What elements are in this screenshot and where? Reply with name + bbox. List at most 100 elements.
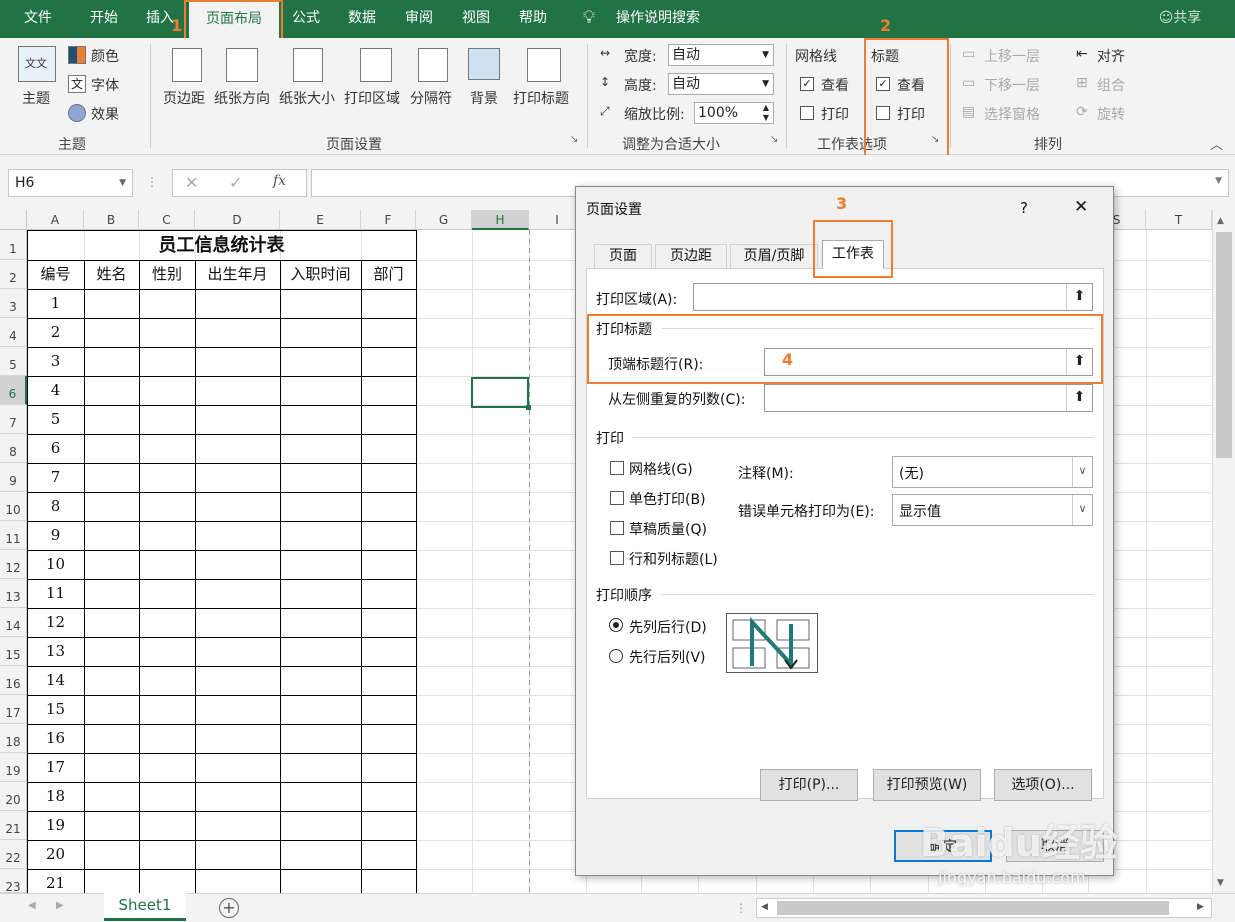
tab-file[interactable]: 文件 <box>10 0 66 38</box>
tab-review[interactable]: 审阅 <box>393 0 445 38</box>
cols-to-repeat-input[interactable]: ⬆ <box>764 384 1093 412</box>
row-header-14[interactable]: 14 <box>0 608 27 637</box>
breaks-button[interactable]: 分隔符 <box>410 88 452 108</box>
add-sheet-icon[interactable]: + <box>219 898 239 918</box>
row-header-8[interactable]: 8 <box>0 434 27 463</box>
column-header-d[interactable]: D <box>195 210 280 230</box>
print-titles-button[interactable]: 打印标题 <box>513 88 569 108</box>
gridlines-checkbox[interactable] <box>610 461 624 475</box>
scroll-left-icon[interactable]: ◀ <box>761 902 768 912</box>
scroll-down-icon[interactable]: ▼ <box>1217 878 1224 888</box>
tab-home[interactable]: 开始 <box>76 0 132 38</box>
column-header-h[interactable]: H <box>472 210 529 230</box>
row-header-16[interactable]: 16 <box>0 666 27 695</box>
tab-help[interactable]: 帮助 <box>507 0 559 38</box>
name-box[interactable]: H6 ▼ <box>8 169 133 197</box>
align-button[interactable]: 对齐 <box>1097 46 1125 66</box>
tab-formulas[interactable]: 公式 <box>282 0 330 38</box>
fonts-button[interactable]: 字体 <box>91 75 119 95</box>
draft-quality-checkbox[interactable] <box>610 521 624 535</box>
print-area-input[interactable]: ⬆ <box>693 283 1093 311</box>
options-button[interactable]: 选项(O)... <box>994 769 1092 801</box>
row-header-23[interactable]: 23 <box>0 869 27 894</box>
prev-sheet-icon[interactable]: ◀ <box>28 900 36 911</box>
row-header-11[interactable]: 11 <box>0 521 27 550</box>
split-grip-icon[interactable]: ⋮ <box>735 901 747 915</box>
errors-dropdown[interactable]: 显示值 ∨ <box>892 494 1093 526</box>
collapse-dialog-icon[interactable]: ⬆ <box>1066 284 1092 310</box>
chevron-down-icon[interactable]: ▼ <box>1215 176 1222 186</box>
chevron-down-icon[interactable]: ∨ <box>1072 495 1092 525</box>
height-dropdown[interactable]: 自动 ▼ <box>668 73 774 95</box>
row-header-9[interactable]: 9 <box>0 463 27 492</box>
column-header-a[interactable]: A <box>27 210 84 230</box>
collapse-ribbon-icon[interactable]: ︿ <box>1210 134 1223 153</box>
vertical-scrollbar[interactable]: ▲ ▼ <box>1212 210 1235 893</box>
row-header-20[interactable]: 20 <box>0 782 27 811</box>
row-header-21[interactable]: 21 <box>0 811 27 840</box>
column-header-c[interactable]: C <box>139 210 195 230</box>
group-button[interactable]: 组合 <box>1097 75 1125 95</box>
sheet-tab-sheet1[interactable]: Sheet1 <box>104 893 186 921</box>
margins-button[interactable]: 页边距 <box>163 88 205 108</box>
down-then-over-radio[interactable] <box>609 618 623 632</box>
row-header-19[interactable]: 19 <box>0 753 27 782</box>
collapse-dialog-icon[interactable]: ⬆ <box>1066 385 1092 411</box>
scale-spinner[interactable]: 100% ▲ ▼ <box>694 102 774 124</box>
row-header-6[interactable]: 6 <box>0 376 27 405</box>
row-header-15[interactable]: 15 <box>0 637 27 666</box>
fill-handle[interactable] <box>526 405 531 410</box>
send-backward-button[interactable]: 下移一层 <box>984 75 1040 95</box>
gridlines-view-checkbox[interactable]: ✓ <box>800 77 814 91</box>
size-button[interactable]: 纸张大小 <box>279 88 335 108</box>
scroll-up-icon[interactable]: ▲ <box>1217 216 1224 226</box>
hscroll-thumb[interactable] <box>777 901 1169 915</box>
horizontal-scrollbar[interactable]: ◀ ▶ <box>756 898 1212 918</box>
bring-forward-button[interactable]: 上移一层 <box>984 46 1040 66</box>
dialog-tab-margins[interactable]: 页边距 <box>655 244 727 268</box>
close-button[interactable]: ✕ <box>1074 197 1088 217</box>
themes-button[interactable]: 主题 <box>22 88 50 108</box>
effects-button[interactable]: 效果 <box>91 104 119 124</box>
print-preview-button[interactable]: 打印预览(W) <box>873 769 981 801</box>
row-header-3[interactable]: 3 <box>0 289 27 318</box>
dialog-tab-header-footer[interactable]: 页眉/页脚 <box>730 244 818 268</box>
row-header-1[interactable]: 1 <box>0 230 27 260</box>
rotate-button[interactable]: 旋转 <box>1097 104 1125 124</box>
column-header-e[interactable]: E <box>280 210 361 230</box>
over-then-down-radio[interactable] <box>609 649 623 663</box>
colors-button[interactable]: 颜色 <box>91 46 119 66</box>
dialog-tab-page[interactable]: 页面 <box>594 244 652 268</box>
dialog-launcher-icon[interactable]: ↘ <box>570 134 578 145</box>
print-button[interactable]: 打印(P)... <box>760 769 858 801</box>
background-button[interactable]: 背景 <box>470 88 498 108</box>
width-dropdown[interactable]: 自动 ▼ <box>668 44 774 66</box>
selection-pane-button[interactable]: 选择窗格 <box>984 104 1040 124</box>
row-header-22[interactable]: 22 <box>0 840 27 869</box>
tab-view[interactable]: 视图 <box>450 0 502 38</box>
help-button[interactable]: ? <box>1020 199 1028 217</box>
scroll-thumb[interactable] <box>1216 232 1232 458</box>
row-header-4[interactable]: 4 <box>0 318 27 347</box>
tell-me-search[interactable]: 操作说明搜索 <box>608 0 708 38</box>
select-all-corner[interactable] <box>0 210 27 230</box>
comments-dropdown[interactable]: (无) ∨ <box>892 456 1093 488</box>
row-header-2[interactable]: 2 <box>0 260 27 289</box>
chevron-down-icon[interactable]: ∨ <box>1072 457 1092 487</box>
active-cell-h6[interactable] <box>471 377 529 408</box>
row-header-18[interactable]: 18 <box>0 724 27 753</box>
row-col-headings-checkbox[interactable] <box>610 551 624 565</box>
scroll-right-icon[interactable]: ▶ <box>1197 902 1204 912</box>
row-header-5[interactable]: 5 <box>0 347 27 376</box>
row-header-7[interactable]: 7 <box>0 405 27 434</box>
share-button[interactable]: ☺︎共享 <box>1150 0 1210 38</box>
gridlines-print-checkbox[interactable] <box>800 106 814 120</box>
orientation-button[interactable]: 纸张方向 <box>214 88 270 108</box>
column-header-f[interactable]: F <box>361 210 416 230</box>
black-white-checkbox[interactable] <box>610 491 624 505</box>
next-sheet-icon[interactable]: ▶ <box>56 900 64 911</box>
row-header-17[interactable]: 17 <box>0 695 27 724</box>
row-header-13[interactable]: 13 <box>0 579 27 608</box>
dialog-launcher-icon[interactable]: ↘ <box>770 134 778 145</box>
column-header-g[interactable]: G <box>416 210 472 230</box>
